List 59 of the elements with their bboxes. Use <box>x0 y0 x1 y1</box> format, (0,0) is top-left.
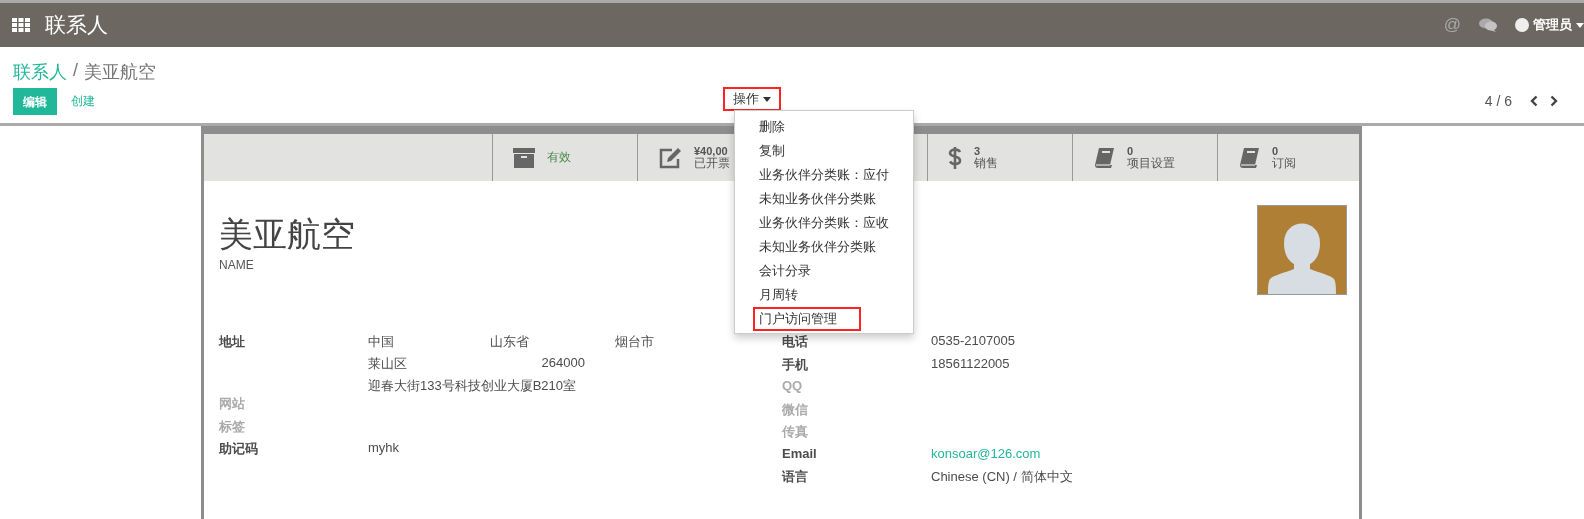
edit-icon <box>658 146 682 169</box>
menu-item[interactable]: 未知业务伙伴分类账 <box>753 235 900 259</box>
caret-icon <box>1576 22 1584 28</box>
menu-item[interactable]: 会计分录 <box>753 259 835 283</box>
address-country: 中国 <box>368 333 395 351</box>
menu-item[interactable]: 业务伙伴分类账：应收 <box>753 211 913 235</box>
dollar-icon <box>948 145 962 170</box>
stat-label: 有效 <box>547 151 571 164</box>
avatar-icon <box>1515 18 1529 32</box>
stat-label: 销售 <box>974 156 998 170</box>
field-label: Email <box>782 445 818 461</box>
stat-value: ¥40,00 <box>694 145 729 157</box>
menu-item[interactable]: 门户访问管理 <box>753 307 861 331</box>
app-title: 联系人 <box>45 12 108 38</box>
record-title: 美亚航空 <box>219 214 355 255</box>
apps-menu-icon[interactable] <box>12 18 30 32</box>
stat-label: 订阅 <box>1272 156 1296 170</box>
menu-item[interactable]: 未知业务伙伴分类账 <box>753 187 900 211</box>
field-label: 电话 <box>782 333 809 351</box>
field-value: Chinese (CN) / 简体中文 <box>931 468 1073 486</box>
stat-button[interactable]: 有效 <box>492 134 637 181</box>
menu-item[interactable]: 月周转 <box>753 283 822 307</box>
pager-counter: 4 / 6 <box>1484 93 1512 109</box>
field-label: 助记码 <box>219 440 259 458</box>
field-value: 0535-2107005 <box>931 333 1015 348</box>
address-street: 迎春大街133号科技创业大厦B210室 <box>368 377 578 395</box>
stat-value: 3 <box>974 145 982 157</box>
field-value: myhk <box>368 440 400 455</box>
stat-value: 0 <box>1272 145 1280 157</box>
stat-label: 项目设置 <box>1127 156 1175 170</box>
name-label: NAME <box>219 258 254 272</box>
breadcrumb-current: 美亚航空 <box>84 61 156 84</box>
previous-icon[interactable] <box>1530 95 1538 107</box>
address-district: 莱山区 <box>368 355 408 373</box>
stat-button[interactable]: 3 销售 <box>927 134 1072 181</box>
breadcrumb-separator: / <box>73 60 78 82</box>
field-label: 手机 <box>782 355 809 374</box>
next-icon[interactable] <box>1550 95 1558 107</box>
stat-label: 已开票 <box>694 156 730 170</box>
field-label: 地址 <box>219 333 246 351</box>
address-zip: 264000 <box>540 355 586 372</box>
address-city: 烟台市 <box>615 333 655 351</box>
field-label: 微信 <box>782 400 809 419</box>
field-label: 标签 <box>219 417 246 436</box>
address-state: 山东省 <box>490 333 530 351</box>
book-icon <box>1093 146 1115 169</box>
archive-box-icon <box>513 147 535 168</box>
user-menu[interactable]: 管理员 <box>1515 16 1584 34</box>
field-label: 语言 <box>782 468 809 486</box>
book-icon <box>1238 146 1260 169</box>
field-label: 网站 <box>219 395 246 413</box>
field-label: QQ <box>782 378 804 393</box>
stat-value: 0 <box>1127 145 1135 157</box>
chat-icon[interactable] <box>1479 18 1497 32</box>
field-label: 传真 <box>782 423 809 441</box>
stat-button[interactable]: 0 订阅 <box>1217 134 1362 181</box>
stat-button[interactable]: 0 项目设置 <box>1072 134 1217 181</box>
caret-icon <box>763 96 771 102</box>
field-value: 18561122005 <box>931 355 1010 371</box>
